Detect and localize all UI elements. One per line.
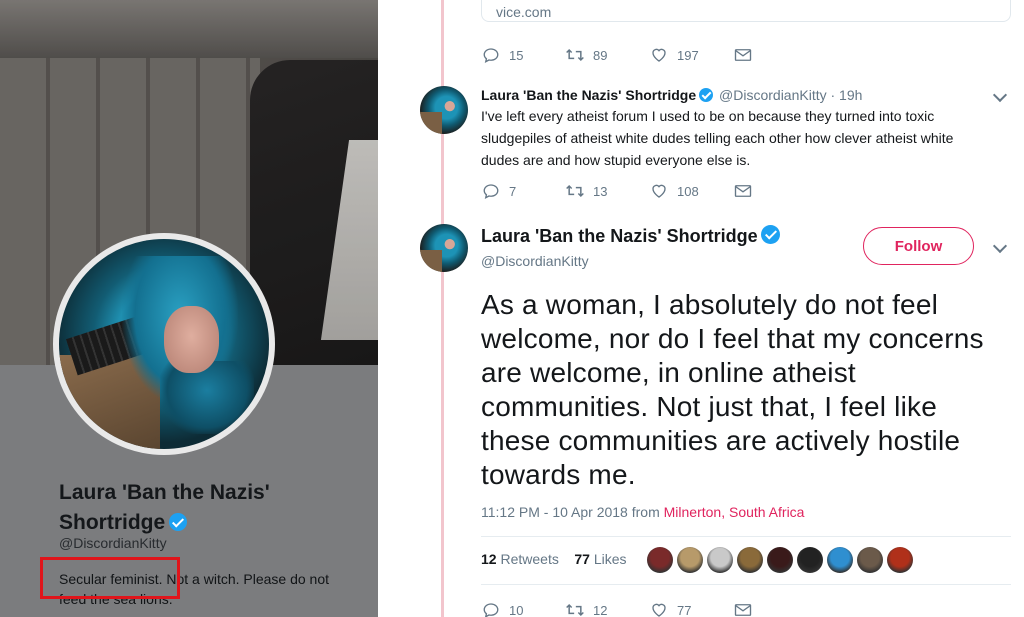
reply-icon	[481, 600, 501, 617]
reply-button[interactable]: 15	[481, 45, 565, 65]
link-domain: vice.com	[496, 4, 552, 20]
tweet-timestamp: 11:12 PM - 10 Apr 2018 from Milnerton, S…	[481, 504, 805, 520]
tweet-text: I've left every atheist forum I used to …	[481, 108, 954, 168]
retweet-icon	[565, 181, 585, 201]
retweet-icon	[565, 600, 585, 617]
link-preview-card[interactable]: vice.com	[481, 0, 1011, 22]
tweet-avatar[interactable]	[420, 86, 468, 134]
tweet-header: Laura 'Ban the Nazis' Shortridge @Discor…	[481, 85, 862, 105]
tweet-time[interactable]: · 19h	[831, 87, 863, 103]
liker-avatar[interactable]	[797, 547, 823, 573]
tweet-actions: 15 89 197	[481, 45, 763, 65]
highlight-annotation-box	[40, 557, 180, 599]
retweet-button[interactable]: 13	[565, 181, 649, 201]
reply-button[interactable]: 7	[481, 181, 565, 201]
profile-panel: Laura 'Ban the Nazis' Shortridge @Discor…	[0, 0, 378, 617]
retweet-icon	[565, 45, 585, 65]
envelope-icon	[733, 181, 753, 201]
liker-avatar[interactable]	[827, 547, 853, 573]
direct-message-button[interactable]	[733, 181, 763, 201]
tweet-text: As a woman, I absolutely do not feel wel…	[481, 289, 984, 490]
tweet-actions: 10 12 77	[481, 600, 763, 617]
liker-avatar[interactable]	[707, 547, 733, 573]
liker-avatar[interactable]	[887, 547, 913, 573]
verified-badge-icon	[169, 513, 188, 531]
conversation-thread: vice.com 15 89 197 Laura 'Ban the Nazis'…	[378, 0, 1024, 617]
liker-avatar[interactable]	[767, 547, 793, 573]
author-handle[interactable]: @DiscordianKitty	[719, 87, 827, 103]
tweet-stats: 12 Retweets 77 Likes	[481, 551, 627, 567]
heart-icon	[649, 45, 669, 65]
tweet-actions: 7 13 108	[481, 181, 763, 201]
like-button[interactable]: 77	[649, 600, 733, 617]
profile-avatar[interactable]	[53, 233, 275, 455]
tweet-header: Laura 'Ban the Nazis' Shortridge	[481, 225, 782, 247]
heart-icon	[649, 181, 669, 201]
divider	[481, 584, 1011, 585]
retweet-button[interactable]: 12	[565, 600, 649, 617]
like-stat[interactable]: 77 Likes	[574, 551, 626, 567]
like-button[interactable]: 108	[649, 181, 733, 201]
envelope-icon	[733, 45, 753, 65]
liker-avatar[interactable]	[647, 547, 673, 573]
direct-message-button[interactable]	[733, 600, 763, 617]
verified-badge-icon	[699, 88, 714, 102]
liker-avatar[interactable]	[737, 547, 763, 573]
reply-button[interactable]: 10	[481, 600, 565, 617]
liker-avatar[interactable]	[857, 547, 883, 573]
direct-message-button[interactable]	[733, 45, 763, 65]
reply-icon	[481, 181, 501, 201]
retweet-button[interactable]: 89	[565, 45, 649, 65]
liker-avatar[interactable]	[677, 547, 703, 573]
reply-icon	[481, 45, 501, 65]
chevron-down-icon[interactable]	[992, 87, 1008, 103]
chevron-down-icon[interactable]	[992, 238, 1008, 254]
heart-icon	[649, 600, 669, 617]
author-name[interactable]: Laura 'Ban the Nazis' Shortridge	[481, 87, 696, 103]
liker-avatars	[647, 547, 917, 573]
author-handle[interactable]: @DiscordianKitty	[481, 251, 589, 271]
like-button[interactable]: 197	[649, 45, 733, 65]
tweet-avatar[interactable]	[420, 224, 468, 272]
tweet-location[interactable]: Milnerton, South Africa	[664, 504, 805, 520]
verified-badge-icon	[760, 225, 780, 244]
follow-button[interactable]: Follow	[863, 227, 974, 265]
author-name[interactable]: Laura 'Ban the Nazis' Shortridge	[481, 226, 758, 246]
envelope-icon	[733, 600, 753, 617]
profile-name[interactable]: Laura 'Ban the Nazis' Shortridge	[59, 478, 359, 538]
divider	[481, 536, 1011, 537]
retweet-stat[interactable]: 12 Retweets	[481, 551, 559, 567]
